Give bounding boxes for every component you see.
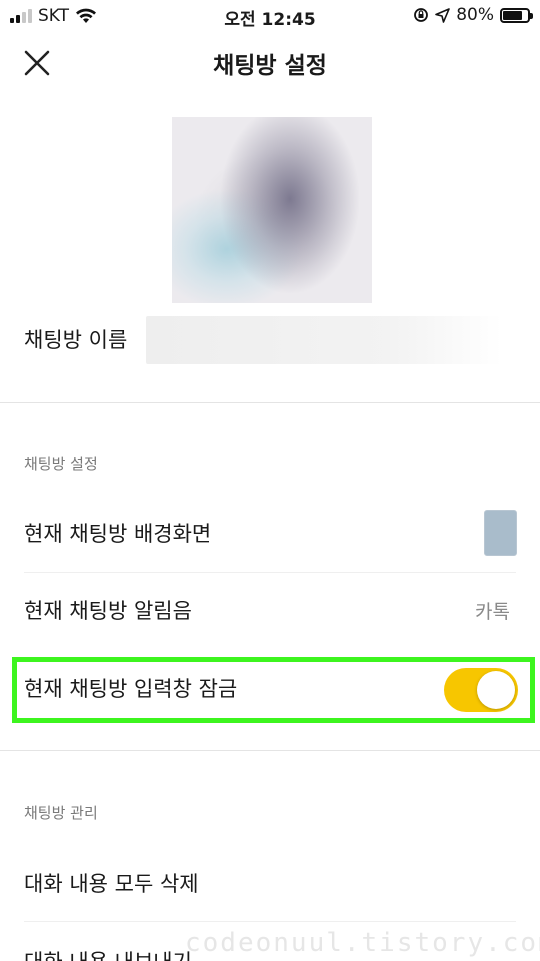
toggle-knob [477, 671, 515, 709]
lock-input-label: 현재 채팅방 입력창 잠금 [24, 677, 238, 701]
room-name-input[interactable] [146, 316, 502, 364]
delete-all-label: 대화 내용 모두 삭제 [24, 872, 199, 896]
lock-input-toggle[interactable] [444, 668, 518, 712]
settings-section-heading: 채팅방 설정 [24, 455, 98, 473]
manage-section-heading: 채팅방 관리 [24, 804, 98, 822]
battery-icon [500, 7, 533, 23]
battery-percent: 80% [456, 5, 494, 25]
notification-sound-value: 카톡 [475, 601, 510, 623]
orientation-lock-icon [414, 8, 429, 22]
section-divider [0, 402, 540, 403]
wallpaper-thumbnail [484, 510, 517, 556]
room-name-label: 채팅방 이름 [24, 328, 128, 352]
delete-all-row[interactable]: 대화 내용 모두 삭제 [0, 846, 540, 922]
export-label: 대화 내용 내보내기 [24, 946, 192, 961]
status-right: 80% [413, 5, 533, 25]
chatroom-profile-image[interactable] [172, 117, 372, 303]
lock-input-row: 현재 채팅방 입력창 잠금 [0, 658, 540, 722]
page-title: 채팅방 설정 [213, 53, 327, 79]
wallpaper-row[interactable]: 현재 채팅방 배경화면 [0, 496, 540, 572]
status-bar: SKT 오전 12:45 80% [0, 0, 540, 32]
row-divider [24, 921, 516, 922]
watermark: codeonuul.tistory.com [185, 928, 540, 958]
location-arrow-icon [435, 7, 451, 23]
room-name-row: 채팅방 이름 [0, 314, 540, 366]
header: 채팅방 설정 [0, 34, 540, 90]
notification-sound-label: 현재 채팅방 알림음 [24, 599, 192, 623]
wallpaper-label: 현재 채팅방 배경화면 [24, 522, 212, 546]
section-divider [0, 750, 540, 751]
notification-sound-row[interactable]: 현재 채팅방 알림음 카톡 [0, 573, 540, 649]
